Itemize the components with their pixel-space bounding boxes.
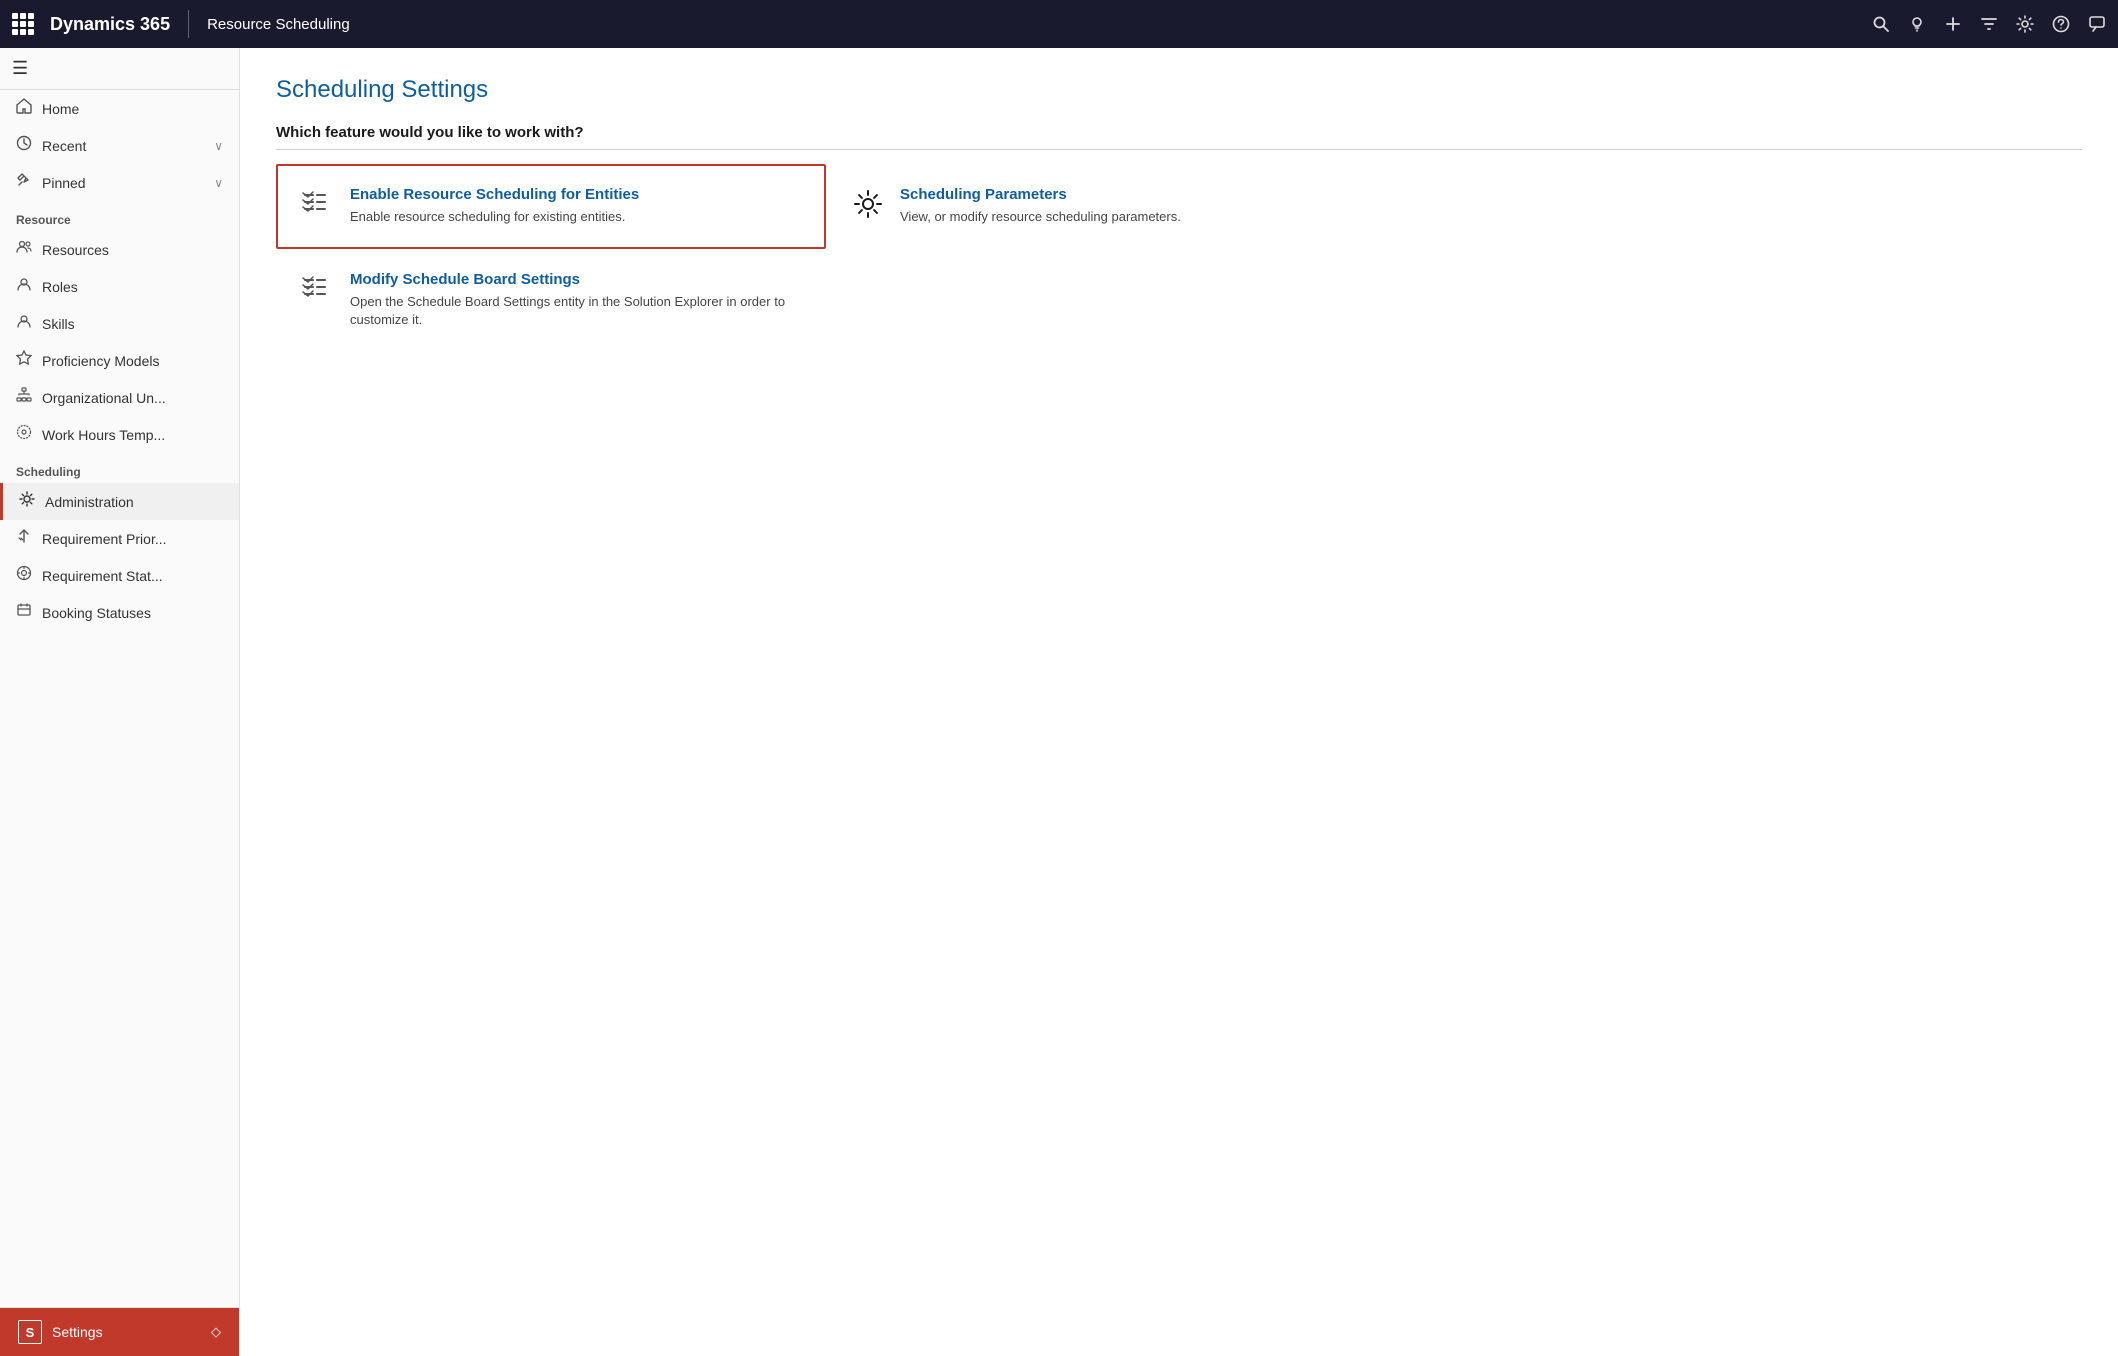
- module-name: Resource Scheduling: [207, 16, 350, 33]
- sidebar-item-booking[interactable]: Booking Statuses: [0, 594, 239, 631]
- board-settings-icon: [302, 273, 334, 312]
- enable-scheduling-title: Enable Resource Scheduling for Entities: [350, 186, 800, 203]
- sidebar-item-label-proficiency: Proficiency Models: [42, 353, 223, 369]
- sidebar-item-label-roles: Roles: [42, 279, 223, 295]
- search-icon[interactable]: [1872, 15, 1890, 33]
- enable-scheduling-body: Enable Resource Scheduling for Entities …: [350, 186, 800, 226]
- resources-icon: [16, 239, 32, 260]
- settings-avatar: S: [18, 1320, 42, 1344]
- main-layout: ☰ Home Recent ∨ Pinned ∨ Resource: [0, 48, 2118, 1356]
- hamburger-icon[interactable]: ☰: [12, 58, 28, 78]
- board-settings-body: Modify Schedule Board Settings Open the …: [350, 271, 800, 329]
- skills-icon: [16, 313, 32, 334]
- administration-icon: [19, 491, 35, 512]
- enable-scheduling-icon: [302, 188, 334, 227]
- sidebar-item-label-recent: Recent: [42, 138, 204, 154]
- scheduling-params-desc: View, or modify resource scheduling para…: [900, 208, 1350, 226]
- sidebar-item-label-workhours: Work Hours Temp...: [42, 427, 223, 443]
- pinned-icon: [16, 172, 32, 193]
- sidebar-bottom: S Settings ◇: [0, 1307, 239, 1356]
- enable-scheduling-desc: Enable resource scheduling for existing …: [350, 208, 800, 226]
- feature-card-enable-scheduling[interactable]: Enable Resource Scheduling for Entities …: [276, 164, 826, 249]
- lightbulb-icon[interactable]: [1908, 15, 1926, 33]
- sidebar-item-resources[interactable]: Resources: [0, 231, 239, 268]
- sidebar-settings-label: Settings: [52, 1324, 103, 1340]
- scheduling-params-icon: [852, 188, 884, 227]
- sidebar-top-menu: ☰: [0, 48, 239, 90]
- home-icon: [16, 98, 32, 119]
- scheduling-params-body: Scheduling Parameters View, or modify re…: [900, 186, 1350, 226]
- topbar-divider: [188, 10, 189, 38]
- sidebar-item-workhours[interactable]: Work Hours Temp...: [0, 416, 239, 453]
- booking-icon: [16, 602, 32, 623]
- sidebar-item-label-skills: Skills: [42, 316, 223, 332]
- sidebar-item-label-org: Organizational Un...: [42, 390, 223, 406]
- page-title: Scheduling Settings: [276, 76, 2082, 104]
- board-settings-desc: Open the Schedule Board Settings entity …: [350, 293, 800, 329]
- pinned-chevron: ∨: [214, 176, 223, 190]
- sidebar-settings-item[interactable]: S Settings ◇: [0, 1308, 239, 1356]
- settings-chevron: ◇: [211, 1324, 221, 1340]
- board-settings-title: Modify Schedule Board Settings: [350, 271, 800, 288]
- proficiency-icon: [16, 350, 32, 371]
- sidebar-item-req-status[interactable]: Requirement Stat...: [0, 557, 239, 594]
- topbar-icons: [1872, 15, 2106, 33]
- scheduling-params-title: Scheduling Parameters: [900, 186, 1350, 203]
- chat-icon[interactable]: [2088, 15, 2106, 33]
- sidebar-item-label-resources: Resources: [42, 242, 223, 258]
- feature-card-board-settings[interactable]: Modify Schedule Board Settings Open the …: [276, 249, 826, 351]
- sidebar-item-label-booking: Booking Statuses: [42, 605, 223, 621]
- org-icon: [16, 387, 32, 408]
- recent-icon: [16, 135, 32, 156]
- workhours-icon: [16, 424, 32, 445]
- feature-grid: Enable Resource Scheduling for Entities …: [276, 164, 1376, 351]
- sidebar-item-label-home: Home: [42, 101, 223, 117]
- req-status-icon: [16, 565, 32, 586]
- req-priority-icon: [16, 528, 32, 549]
- help-icon[interactable]: [2052, 15, 2070, 33]
- section-resource-label: Resource: [0, 201, 239, 231]
- content-area: Scheduling Settings Which feature would …: [240, 48, 2118, 1356]
- sidebar-item-administration[interactable]: Administration: [0, 483, 239, 520]
- sidebar-item-home[interactable]: Home: [0, 90, 239, 127]
- sidebar: ☰ Home Recent ∨ Pinned ∨ Resource: [0, 48, 240, 1356]
- section-scheduling-label: Scheduling: [0, 453, 239, 483]
- sidebar-item-label-pinned: Pinned: [42, 175, 204, 191]
- sidebar-item-recent[interactable]: Recent ∨: [0, 127, 239, 164]
- filter-icon[interactable]: [1980, 15, 1998, 33]
- sidebar-item-proficiency[interactable]: Proficiency Models: [0, 342, 239, 379]
- settings-gear-icon[interactable]: [2016, 15, 2034, 33]
- roles-icon: [16, 276, 32, 297]
- sidebar-item-pinned[interactable]: Pinned ∨: [0, 164, 239, 201]
- feature-card-scheduling-params[interactable]: Scheduling Parameters View, or modify re…: [826, 164, 1376, 249]
- sidebar-item-label-req-priority: Requirement Prior...: [42, 531, 223, 547]
- recent-chevron: ∨: [214, 139, 223, 153]
- apps-grid-icon[interactable]: [12, 13, 34, 35]
- app-name: Dynamics 365: [50, 14, 170, 35]
- sidebar-item-roles[interactable]: Roles: [0, 268, 239, 305]
- section-question: Which feature would you like to work wit…: [276, 124, 2082, 150]
- plus-icon[interactable]: [1944, 15, 1962, 33]
- sidebar-item-req-priority[interactable]: Requirement Prior...: [0, 520, 239, 557]
- sidebar-item-org[interactable]: Organizational Un...: [0, 379, 239, 416]
- sidebar-item-label-administration: Administration: [45, 494, 223, 510]
- sidebar-item-skills[interactable]: Skills: [0, 305, 239, 342]
- sidebar-item-label-req-status: Requirement Stat...: [42, 568, 223, 584]
- topbar: Dynamics 365 Resource Scheduling: [0, 0, 2118, 48]
